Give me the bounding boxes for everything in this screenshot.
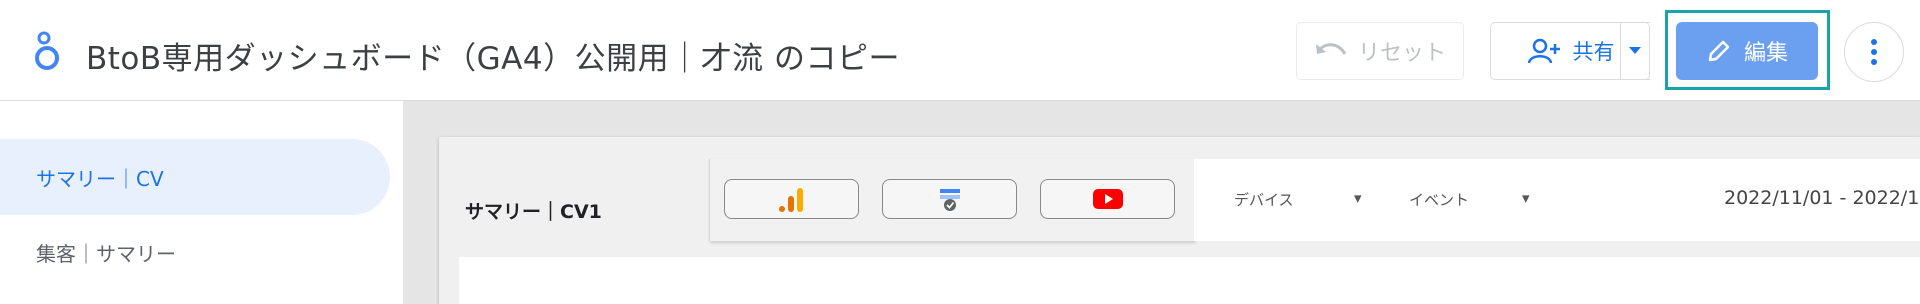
filter-bar: デバイス ▾ イベント ▾ 2022/11/01 - 2022/11/3 — [1194, 159, 1920, 241]
edit-button[interactable]: 編集 — [1676, 22, 1818, 80]
report-canvas: サマリー｜CV1 デバイス ▾ イベント ▾ 2022/11/01 - 2022… — [403, 101, 1920, 304]
edit-label: 編集 — [1743, 41, 1788, 66]
data-source-bar — [709, 159, 1195, 241]
share-label: 共有 — [1572, 40, 1615, 64]
reset-button[interactable]: リセット — [1296, 22, 1464, 80]
tag-manager-chip[interactable] — [882, 179, 1017, 219]
report-page: サマリー｜CV1 デバイス ▾ イベント ▾ 2022/11/01 - 2022… — [439, 137, 1920, 304]
looker-studio-logo-icon — [35, 31, 59, 70]
undo-icon — [1315, 43, 1347, 55]
caret-down-icon — [1629, 47, 1641, 54]
page-navigation-sidebar: サマリー｜CV 集客｜サマリー — [0, 101, 402, 304]
device-filter[interactable]: デバイス — [1234, 189, 1294, 210]
reset-label: リセット — [1357, 41, 1446, 66]
event-filter[interactable]: イベント — [1409, 189, 1469, 210]
nav-item-label: サマリー｜CV — [36, 166, 164, 191]
tag-manager-icon — [939, 189, 960, 211]
youtube-icon — [1092, 189, 1123, 209]
event-filter-caret-icon[interactable]: ▾ — [1522, 189, 1530, 207]
analytics-icon — [778, 188, 803, 212]
nav-item-label: 集客｜サマリー — [36, 241, 176, 266]
nav-item-acquisition-summary[interactable]: 集客｜サマリー — [0, 214, 390, 290]
add-person-icon — [1527, 38, 1560, 64]
youtube-chip[interactable] — [1040, 179, 1175, 219]
pencil-icon — [1708, 40, 1730, 62]
top-bar: BtoB専用ダッシュボード（GA4）公開用｜才流 のコピー リセット 共有 編集 — [0, 0, 1920, 101]
more-vert-icon — [1871, 39, 1877, 65]
share-dropdown-button[interactable] — [1620, 22, 1650, 80]
device-filter-caret-icon[interactable]: ▾ — [1354, 189, 1362, 207]
report-content-area — [459, 257, 1920, 304]
analytics-chip[interactable] — [724, 179, 859, 219]
report-title[interactable]: BtoB専用ダッシュボード（GA4）公開用｜才流 のコピー — [86, 33, 900, 78]
nav-item-summary-cv[interactable]: サマリー｜CV — [0, 139, 390, 215]
page-title: サマリー｜CV1 — [465, 201, 602, 223]
more-options-button[interactable] — [1844, 22, 1904, 82]
date-range-picker[interactable]: 2022/11/01 - 2022/11/3 — [1724, 187, 1920, 209]
